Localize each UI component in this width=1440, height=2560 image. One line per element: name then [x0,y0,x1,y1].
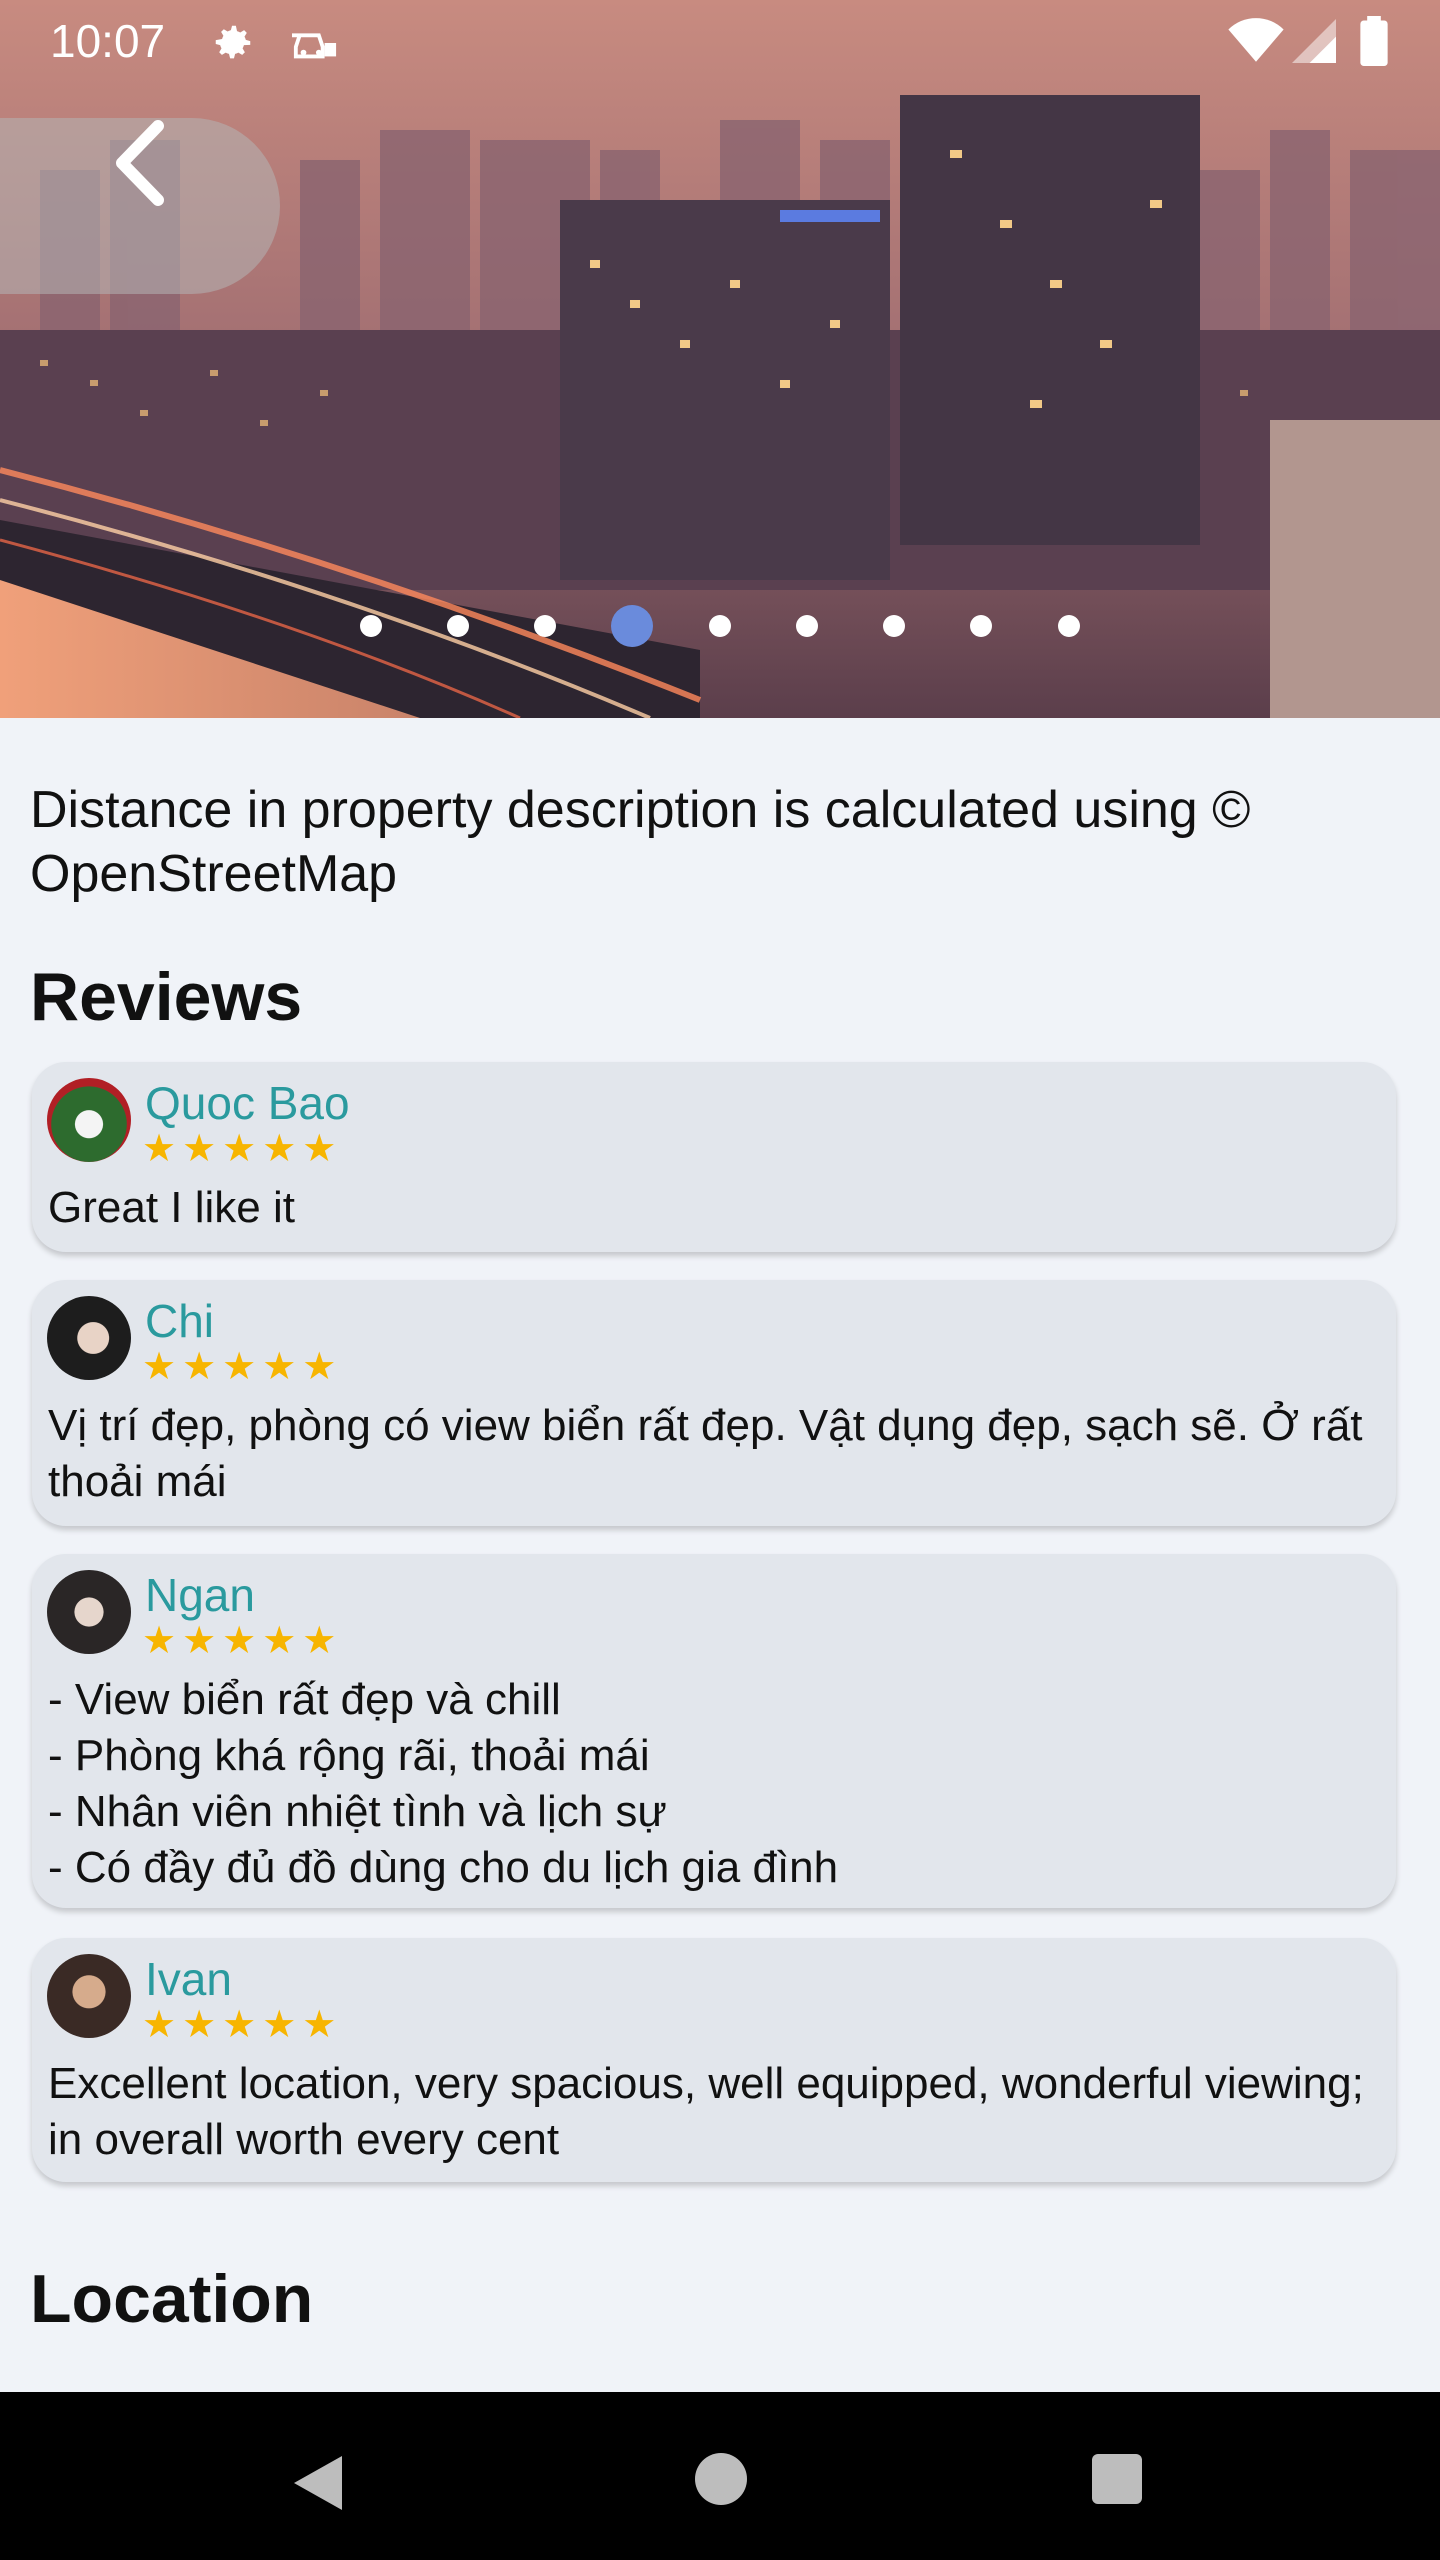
avatar [47,1078,131,1162]
hero-image[interactable]: 10:07 [0,0,1440,718]
reviewer-name: Ngan [145,1569,255,1621]
carousel-dot[interactable] [447,615,469,637]
carousel-dot[interactable] [534,615,556,637]
reviewer-name: Quoc Bao [145,1077,350,1129]
avatar [47,1296,131,1380]
back-nav-icon[interactable] [290,2452,344,2519]
star-rating: ★★★★★ [142,2004,343,2046]
navigation-bar [0,2392,1440,2560]
carousel-dot[interactable] [970,615,992,637]
recents-nav-icon[interactable] [1090,2452,1144,2511]
avatar [47,1954,131,2038]
review-card: Chi ★★★★★ Vị trí đẹp, phòng có view biển… [32,1280,1396,1526]
carousel-dot[interactable] [360,615,382,637]
reviewer-name: Ivan [145,1953,232,2005]
review-card: Quoc Bao ★★★★★ Great I like it [32,1062,1396,1252]
status-bar: 10:07 [0,0,1440,84]
carousel-dot[interactable] [796,615,818,637]
city-skyline-illustration [0,0,1440,718]
review-card: Ivan ★★★★★ Excellent location, very spac… [32,1938,1396,2182]
home-nav-icon[interactable] [694,2452,748,2511]
reviews-title: Reviews [30,959,303,1035]
chevron-left-icon [116,120,164,206]
back-button[interactable] [0,118,280,294]
carousel-dot-active[interactable] [611,605,653,647]
location-title: Location [30,2261,314,2337]
reviewer-name: Chi [145,1295,215,1347]
review-text: Vị trí đẹp, phòng có view biển rất đẹp. … [48,1401,1363,1506]
review-text: - View biển rất đẹp và chill - Phòng khá… [48,1675,839,1892]
avatar [47,1570,131,1654]
review-text: Excellent location, very spacious, well … [48,2059,1364,2164]
carousel-dot[interactable] [709,615,731,637]
status-time: 10:07 [50,15,166,67]
review-text: Great I like it [48,1183,295,1232]
star-rating: ★★★★★ [142,1128,343,1170]
star-rating: ★★★★★ [142,1346,343,1388]
review-card: Ngan ★★★★★ - View biển rất đẹp và chill … [32,1554,1396,1908]
map-attribution: Distance in property description is calc… [30,781,1251,903]
carousel-dot[interactable] [883,615,905,637]
carousel-dot[interactable] [1058,615,1080,637]
star-rating: ★★★★★ [142,1620,343,1662]
